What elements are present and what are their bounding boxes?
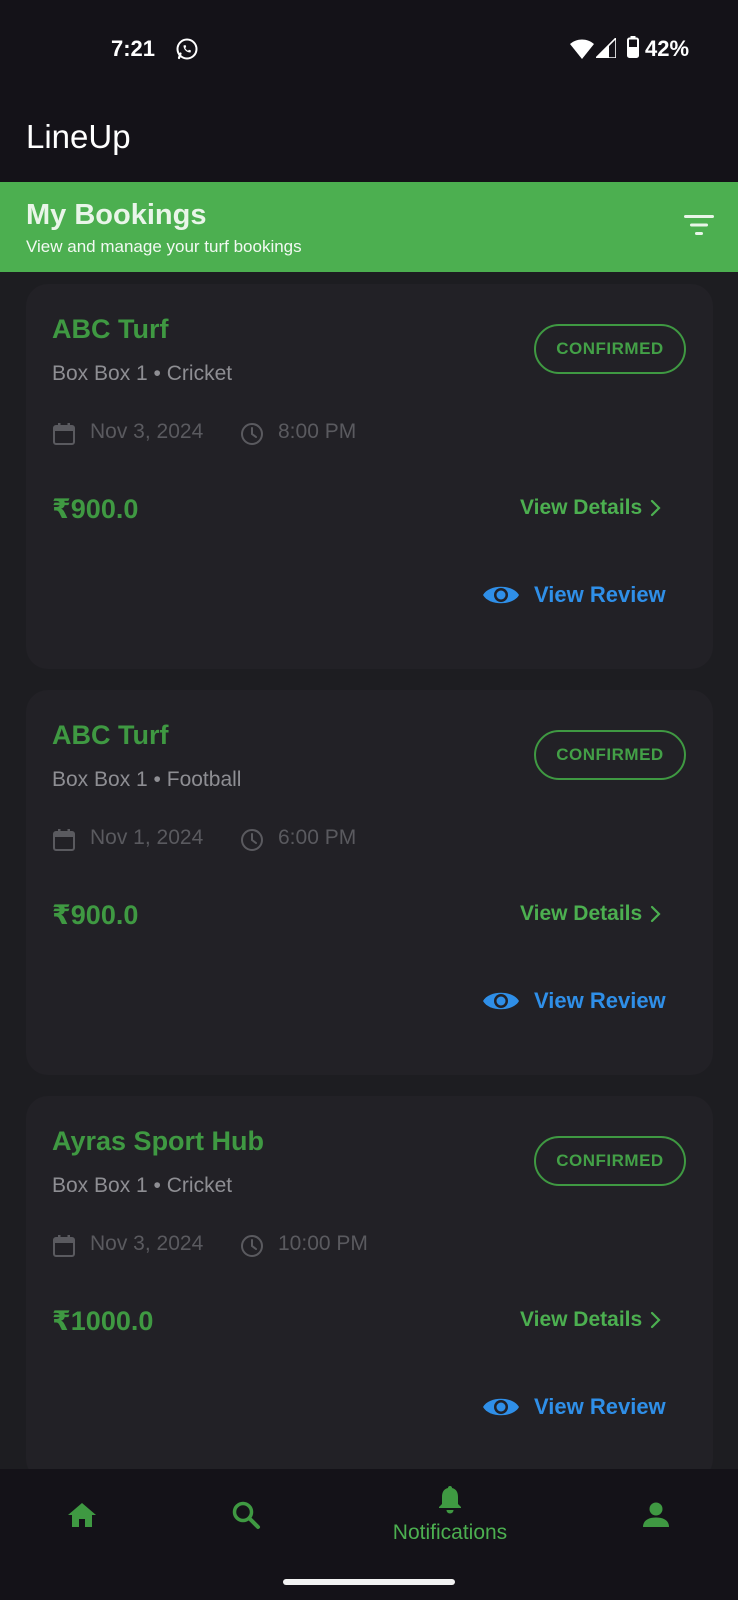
view-review-button[interactable]: View Review — [482, 988, 666, 1014]
status-bar: 7:21 42% — [0, 0, 738, 92]
chevron-right-icon — [651, 499, 661, 517]
view-review-label: View Review — [534, 582, 666, 607]
battery-icon — [627, 36, 639, 58]
eye-icon — [483, 586, 519, 604]
nav-home[interactable] — [62, 1469, 102, 1560]
bell-icon — [439, 1486, 461, 1514]
booking-price: ₹900.0 — [52, 900, 139, 930]
app-title: LineUp — [26, 118, 131, 155]
booking-date: Nov 3, 2024 — [90, 420, 204, 443]
signal-icon — [596, 38, 616, 58]
calendar-icon — [53, 423, 75, 445]
status-time: 7:21 — [111, 36, 156, 61]
nav-search[interactable] — [226, 1469, 266, 1560]
status-badge: CONFIRMED — [534, 324, 686, 374]
home-icon — [68, 1503, 96, 1527]
bookings-list[interactable]: ABC Turf Box Box 1 • Cricket CONFIRMED N… — [0, 272, 738, 1469]
booking-court-sport: Box Box 1 • Cricket — [52, 1174, 233, 1197]
search-icon — [232, 1501, 260, 1529]
whatsapp-icon — [176, 38, 198, 60]
eye-icon — [483, 1398, 519, 1416]
chevron-right-icon — [651, 905, 661, 923]
filter-icon[interactable] — [684, 213, 714, 237]
booking-card[interactable]: ABC Turf Box Box 1 • Cricket CONFIRMED N… — [26, 284, 713, 669]
booking-time: 8:00 PM — [278, 420, 357, 443]
nav-notifications-label: Notifications — [392, 1521, 508, 1544]
eye-icon — [483, 992, 519, 1010]
app-bar: LineUp — [0, 92, 738, 182]
booking-date: Nov 1, 2024 — [90, 826, 204, 849]
view-details-label: View Details — [520, 1308, 643, 1331]
view-review-button[interactable]: View Review — [482, 1394, 666, 1420]
bottom-navigation: Notifications — [0, 1469, 738, 1560]
page-subtitle: View and manage your turf bookings — [26, 237, 302, 256]
booking-card[interactable]: ABC Turf Box Box 1 • Football CONFIRMED … — [26, 690, 713, 1075]
turf-name: ABC Turf — [52, 314, 169, 344]
turf-name: Ayras Sport Hub — [52, 1126, 265, 1156]
nav-profile[interactable] — [636, 1469, 676, 1560]
booking-price: ₹900.0 — [52, 494, 139, 524]
view-details-label: View Details — [520, 496, 643, 519]
wifi-icon — [570, 39, 594, 59]
view-details-button[interactable]: View Details — [520, 1308, 662, 1332]
calendar-icon — [53, 829, 75, 851]
booking-time: 10:00 PM — [278, 1232, 368, 1255]
chevron-right-icon — [651, 1311, 661, 1329]
status-badge: CONFIRMED — [534, 730, 686, 780]
view-review-label: View Review — [534, 988, 666, 1013]
view-review-button[interactable]: View Review — [482, 582, 666, 608]
view-details-button[interactable]: View Details — [520, 496, 662, 520]
turf-name: ABC Turf — [52, 720, 169, 750]
view-review-label: View Review — [534, 1394, 666, 1419]
page-title: My Bookings — [26, 199, 207, 231]
nav-notifications[interactable]: Notifications — [380, 1469, 520, 1560]
booking-card[interactable]: Ayras Sport Hub Box Box 1 • Cricket CONF… — [26, 1096, 713, 1469]
booking-court-sport: Box Box 1 • Football — [52, 768, 242, 791]
booking-price: ₹1000.0 — [52, 1306, 154, 1336]
home-gesture-handle[interactable] — [283, 1579, 455, 1585]
booking-date: Nov 3, 2024 — [90, 1232, 204, 1255]
status-badge: CONFIRMED — [534, 1136, 686, 1186]
clock-icon — [241, 1235, 263, 1257]
gesture-bar — [0, 1560, 738, 1600]
clock-icon — [241, 829, 263, 851]
calendar-icon — [53, 1235, 75, 1257]
clock-icon — [241, 423, 263, 445]
view-details-button[interactable]: View Details — [520, 902, 662, 926]
booking-court-sport: Box Box 1 • Cricket — [52, 362, 233, 385]
view-details-label: View Details — [520, 902, 643, 925]
booking-time: 6:00 PM — [278, 826, 357, 849]
person-icon — [643, 1502, 669, 1527]
bookings-header: My Bookings View and manage your turf bo… — [0, 182, 738, 272]
battery-percentage: 42% — [645, 36, 690, 61]
